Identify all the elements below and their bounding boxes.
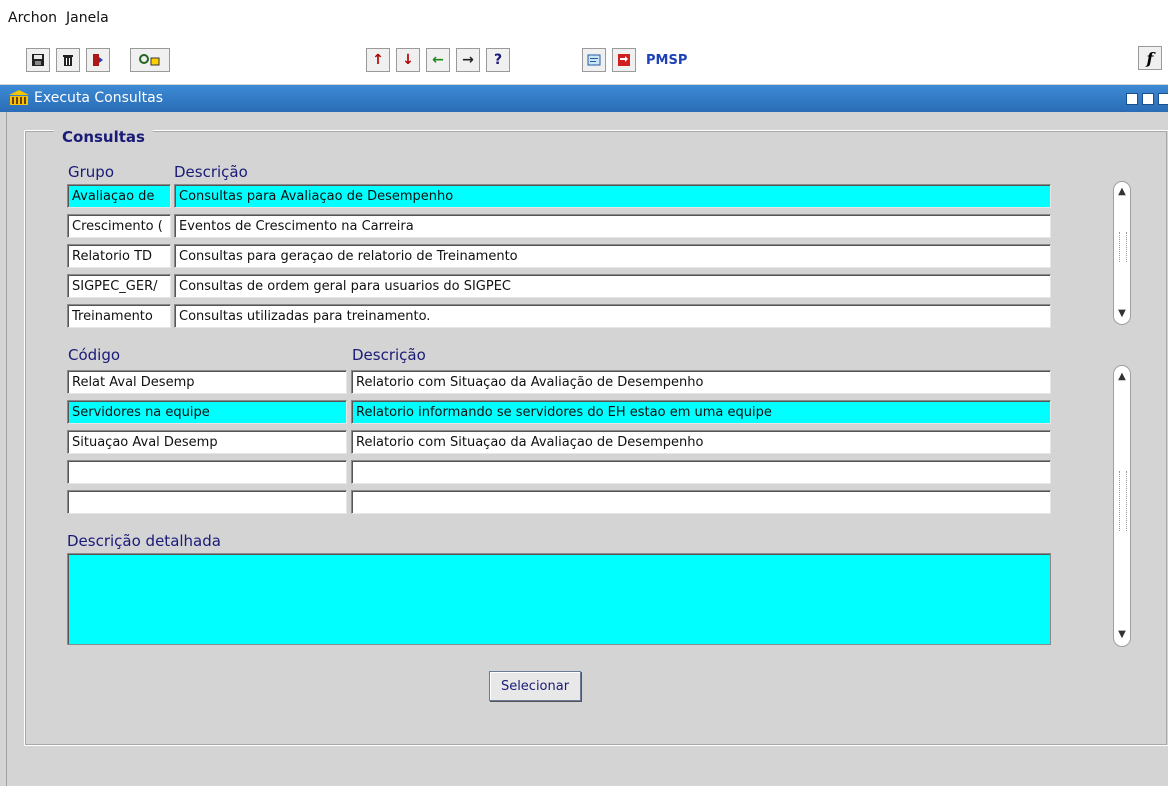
col-header-codigo: Código: [68, 346, 121, 364]
maximize-icon[interactable]: [1142, 93, 1154, 105]
door-exit-icon: [93, 54, 103, 66]
grupo-cell[interactable]: Relatorio TD: [67, 244, 171, 268]
swap-arrows-icon: [618, 54, 630, 66]
codigo-cell[interactable]: Situaçao Aval Desemp: [67, 430, 347, 454]
report-icon[interactable]: [582, 48, 606, 72]
codigo-cell[interactable]: Relat Aval Desemp: [67, 370, 347, 394]
help-pointer-icon[interactable]: ?: [486, 48, 510, 72]
trash-icon[interactable]: [56, 48, 80, 72]
scroll-up-icon[interactable]: ▲: [1117, 372, 1127, 382]
col-header-descricao: Descrição: [174, 163, 248, 181]
grupo-cell[interactable]: Avaliaçao de: [67, 184, 171, 208]
codigo-cell[interactable]: [67, 490, 347, 514]
consulta-descricao-cell[interactable]: [351, 490, 1051, 514]
minimize-icon[interactable]: [1126, 93, 1138, 105]
building-icon: [9, 90, 29, 105]
save-icon[interactable]: [26, 48, 50, 72]
grupo-descricao-cell[interactable]: Consultas para geraçao de relatorio de T…: [174, 244, 1051, 268]
col-header-grupo: Grupo: [68, 163, 114, 181]
codigo-cell[interactable]: [67, 460, 347, 484]
col-header-descricao-2: Descrição: [352, 346, 426, 364]
menu-janela[interactable]: Janela: [66, 10, 109, 26]
grupo-descricao-cell[interactable]: Eventos de Crescimento na Carreira: [174, 214, 1051, 238]
magnify-grid-icon: [139, 54, 160, 66]
grupo-cell[interactable]: Crescimento (: [67, 214, 171, 238]
scroll-down-icon[interactable]: ▼: [1117, 630, 1127, 640]
query-run-icon[interactable]: [130, 48, 170, 72]
brand-label: PMSP: [646, 52, 688, 68]
menu-archon[interactable]: Archon: [8, 10, 57, 26]
consulta-descricao-cell[interactable]: [351, 460, 1051, 484]
codigo-cell[interactable]: Servidores na equipe: [67, 400, 347, 424]
previous-icon[interactable]: ←: [426, 48, 450, 72]
scroll-grip[interactable]: [1119, 471, 1127, 531]
grupo-cell[interactable]: Treinamento: [67, 304, 171, 328]
trash-glyph-icon: [63, 55, 73, 66]
consulta-descricao-cell[interactable]: Relatorio com Situaçao da Avaliação de D…: [351, 370, 1051, 394]
grupo-descricao-cell[interactable]: Consultas de ordem geral para usuarios d…: [174, 274, 1051, 298]
consulta-descricao-cell[interactable]: Relatorio informando se servidores do EH…: [351, 400, 1051, 424]
transfer-icon[interactable]: [612, 48, 636, 72]
scroll-down-icon[interactable]: ▼: [1117, 309, 1127, 319]
window-title: Executa Consultas: [34, 90, 164, 106]
grupo-cell[interactable]: SIGPEC_GER/: [67, 274, 171, 298]
toolbar: ↑ ↓ ← → ? PMSP f: [0, 34, 1168, 84]
group-legend: Consultas: [54, 128, 153, 146]
grupo-descricao-cell[interactable]: Consultas para Avaliaçao de Desempenho: [174, 184, 1051, 208]
function-icon[interactable]: f: [1138, 46, 1162, 70]
consultas-scrollbar[interactable]: ▲ ▼: [1113, 365, 1131, 647]
scroll-grip[interactable]: [1119, 232, 1127, 262]
record-up-icon[interactable]: ↑: [366, 48, 390, 72]
report-glyph-icon: [587, 54, 601, 66]
detail-textarea[interactable]: [67, 553, 1051, 645]
scroll-up-icon[interactable]: ▲: [1117, 187, 1127, 197]
grupo-descricao-cell[interactable]: Consultas utilizadas para treinamento.: [174, 304, 1051, 328]
close-icon[interactable]: [1158, 93, 1168, 105]
floppy-icon: [32, 54, 44, 66]
grupos-scrollbar[interactable]: ▲ ▼: [1113, 181, 1131, 325]
detail-label: Descrição detalhada: [67, 532, 221, 550]
record-down-icon[interactable]: ↓: [396, 48, 420, 72]
menu-bar: Archon Janela: [0, 0, 1168, 34]
window-border: [6, 112, 7, 786]
window-titlebar: Executa Consultas: [0, 85, 1168, 112]
next-icon[interactable]: →: [456, 48, 480, 72]
selecionar-button[interactable]: Selecionar: [489, 671, 581, 701]
consulta-descricao-cell[interactable]: Relatorio com Situaçao da Avaliaçao de D…: [351, 430, 1051, 454]
exit-icon[interactable]: [86, 48, 110, 72]
